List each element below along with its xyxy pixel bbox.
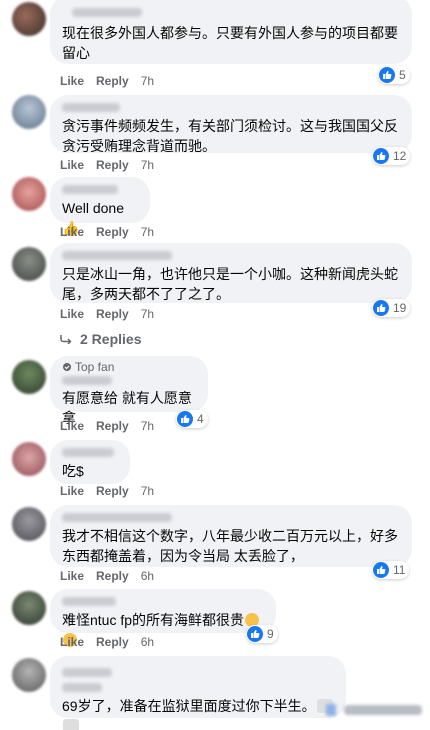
reply-button[interactable]: Reply [96, 484, 129, 498]
thumbs-up-icon [379, 67, 395, 83]
reaction-count[interactable]: 9 [246, 625, 278, 643]
comment-text: 吃$ [62, 463, 84, 479]
comment-text: 贪污事件频频发生，有关部门须检讨。这与我国国父反贪污受贿理念背道而驰。 [62, 118, 398, 154]
reaction-count[interactable]: 5 [378, 66, 410, 84]
like-button[interactable]: Like [60, 419, 84, 433]
comment-text: 69岁了，准备在监狱里面度过你下半生。 [62, 696, 334, 730]
timestamp[interactable]: 6h [141, 569, 154, 583]
thumbs-up-icon [373, 148, 389, 164]
author-name[interactable] [62, 513, 172, 522]
reaction-count[interactable]: 19 [372, 299, 411, 317]
comment-bubble: Well done 👍 [50, 177, 150, 236]
author-name[interactable] [62, 376, 112, 385]
top-fan-badge: Top fan [62, 360, 196, 374]
comment-bubble: 我才不相信这个数字，八年最少收二百万元以上，好多东西都掩盖着，因为令当局 太丢脸… [50, 505, 412, 567]
like-button[interactable]: Like [60, 484, 84, 498]
reply-button[interactable]: Reply [96, 419, 129, 433]
comment-actions: Like Reply 6h [60, 569, 154, 583]
timestamp[interactable]: 7h [141, 74, 154, 88]
author-name[interactable] [62, 185, 118, 194]
like-button[interactable]: Like [60, 74, 84, 88]
comment-actions: Like Reply 7h [60, 484, 154, 498]
reply-button[interactable]: Reply [96, 74, 129, 88]
like-button[interactable]: Like [60, 635, 84, 649]
author-name[interactable] [72, 8, 142, 17]
badge-icon [63, 363, 71, 371]
author-name[interactable] [62, 251, 172, 260]
avatar[interactable] [12, 2, 46, 36]
comment-text: 我才不相信这个数字，八年最少收二百万元以上，好多东西都掩盖着，因为令当局 太丢脸… [62, 528, 398, 564]
comment-actions: Like Reply 7h [60, 74, 154, 88]
reaction-count[interactable]: 12 [372, 147, 411, 165]
avatar[interactable] [12, 247, 46, 281]
comment-bubble: 只是冰山一角，也许他只是一个小咖。这种新闻虎头蛇尾，多两天都不了了之了。 [50, 243, 412, 303]
view-replies-button[interactable]: 2 Replies [60, 331, 141, 347]
thumbs-up-icon [247, 626, 263, 642]
timestamp[interactable]: 7h [141, 225, 154, 239]
comment-text: 现在很多外国人都参与。只要有外国人参与的项目都要留心 [62, 25, 398, 61]
avatar[interactable] [12, 177, 46, 211]
avatar[interactable] [12, 95, 46, 129]
author-name [62, 683, 102, 692]
comment-actions: Like Reply 7h [60, 419, 154, 433]
reply-button[interactable]: Reply [96, 225, 129, 239]
thumbs-up-icon [373, 562, 389, 578]
face-emoji-icon [63, 719, 79, 730]
comment-bubble: 难怪ntuc fp的所有海鲜都很贵 [50, 589, 276, 647]
timestamp[interactable]: 7h [141, 307, 154, 321]
comment-bubble: 贪污事件频频发生，有关部门须检讨。这与我国国父反贪污受贿理念背道而驰。 [50, 95, 412, 154]
like-button[interactable]: Like [60, 569, 84, 583]
comment-bubble: 现在很多外国人都参与。只要有外国人参与的项目都要留心 [50, 0, 412, 64]
like-button[interactable]: Like [60, 158, 84, 172]
reply-arrow-icon [60, 335, 72, 344]
watermark [322, 700, 426, 720]
comment-bubble: Top fan 有愿意给 就有人愿意拿 [50, 356, 208, 426]
comment-bubble: 69岁了，准备在监狱里面度过你下半生。 [50, 656, 346, 730]
comment-actions: Like Reply 7h [60, 158, 154, 172]
author-name[interactable] [62, 448, 114, 457]
reply-button[interactable]: Reply [96, 569, 129, 583]
thumbs-up-icon [177, 411, 193, 427]
reply-button[interactable]: Reply [96, 307, 129, 321]
reply-button[interactable]: Reply [96, 635, 129, 649]
like-button[interactable]: Like [60, 307, 84, 321]
comment-bubble: 吃$ [50, 440, 130, 484]
comment-actions: Like Reply 7h [60, 307, 154, 321]
replies-label[interactable]: 2 Replies [80, 331, 141, 347]
avatar[interactable] [12, 360, 46, 394]
comment-actions: Like Reply 6h [60, 635, 154, 649]
like-button[interactable]: Like [60, 225, 84, 239]
timestamp[interactable]: 6h [141, 635, 154, 649]
timestamp[interactable]: 7h [141, 484, 154, 498]
author-name[interactable] [62, 103, 120, 112]
avatar[interactable] [12, 591, 46, 625]
author-name[interactable] [62, 668, 112, 677]
comment-text: 只是冰山一角，也许他只是一个小咖。这种新闻虎头蛇尾，多两天都不了了之了。 [62, 266, 398, 302]
thumbs-up-icon [373, 300, 389, 316]
timestamp[interactable]: 7h [141, 419, 154, 433]
timestamp[interactable]: 7h [141, 158, 154, 172]
avatar[interactable] [12, 507, 46, 541]
avatar[interactable] [12, 442, 46, 476]
reaction-count[interactable]: 4 [176, 410, 208, 428]
comment-actions: Like Reply 7h [60, 225, 154, 239]
author-name[interactable] [62, 597, 116, 606]
avatar[interactable] [12, 658, 46, 692]
reply-button[interactable]: Reply [96, 158, 129, 172]
reaction-count[interactable]: 11 [372, 561, 410, 579]
